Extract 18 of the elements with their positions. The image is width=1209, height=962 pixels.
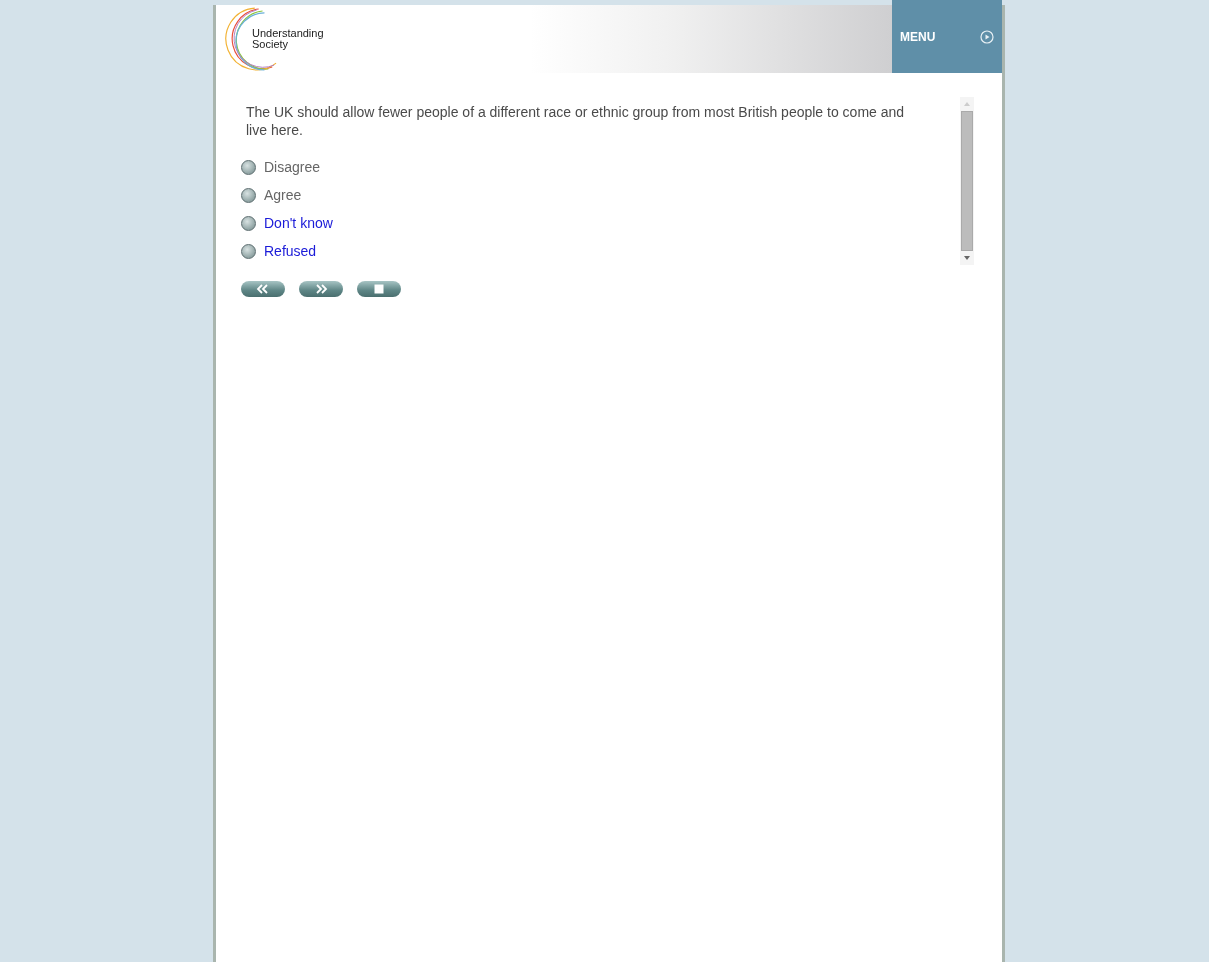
radio-button[interactable] xyxy=(241,243,256,259)
radio-button[interactable] xyxy=(241,215,256,231)
back-button[interactable] xyxy=(241,281,285,297)
option-label[interactable]: Agree xyxy=(264,187,302,203)
menu-button[interactable]: MENU xyxy=(892,0,1002,73)
play-circle-icon xyxy=(980,29,994,44)
radio-button[interactable] xyxy=(241,159,256,175)
stop-button[interactable] xyxy=(357,281,401,297)
scrollbar-thumb[interactable] xyxy=(961,111,973,251)
option-label[interactable]: Don't know xyxy=(264,215,333,231)
option-label[interactable]: Refused xyxy=(264,243,317,259)
logo-text: Understanding Society xyxy=(252,28,322,50)
scrollbar[interactable] xyxy=(960,97,974,265)
scroll-down-icon[interactable] xyxy=(963,255,971,261)
radio-button[interactable] xyxy=(241,187,256,203)
next-button[interactable] xyxy=(299,281,343,297)
option-label[interactable]: Disagree xyxy=(264,159,321,175)
question-text: The UK should allow fewer people of a different race or ethnic group from most British people to come and live here. xyxy=(246,103,906,139)
